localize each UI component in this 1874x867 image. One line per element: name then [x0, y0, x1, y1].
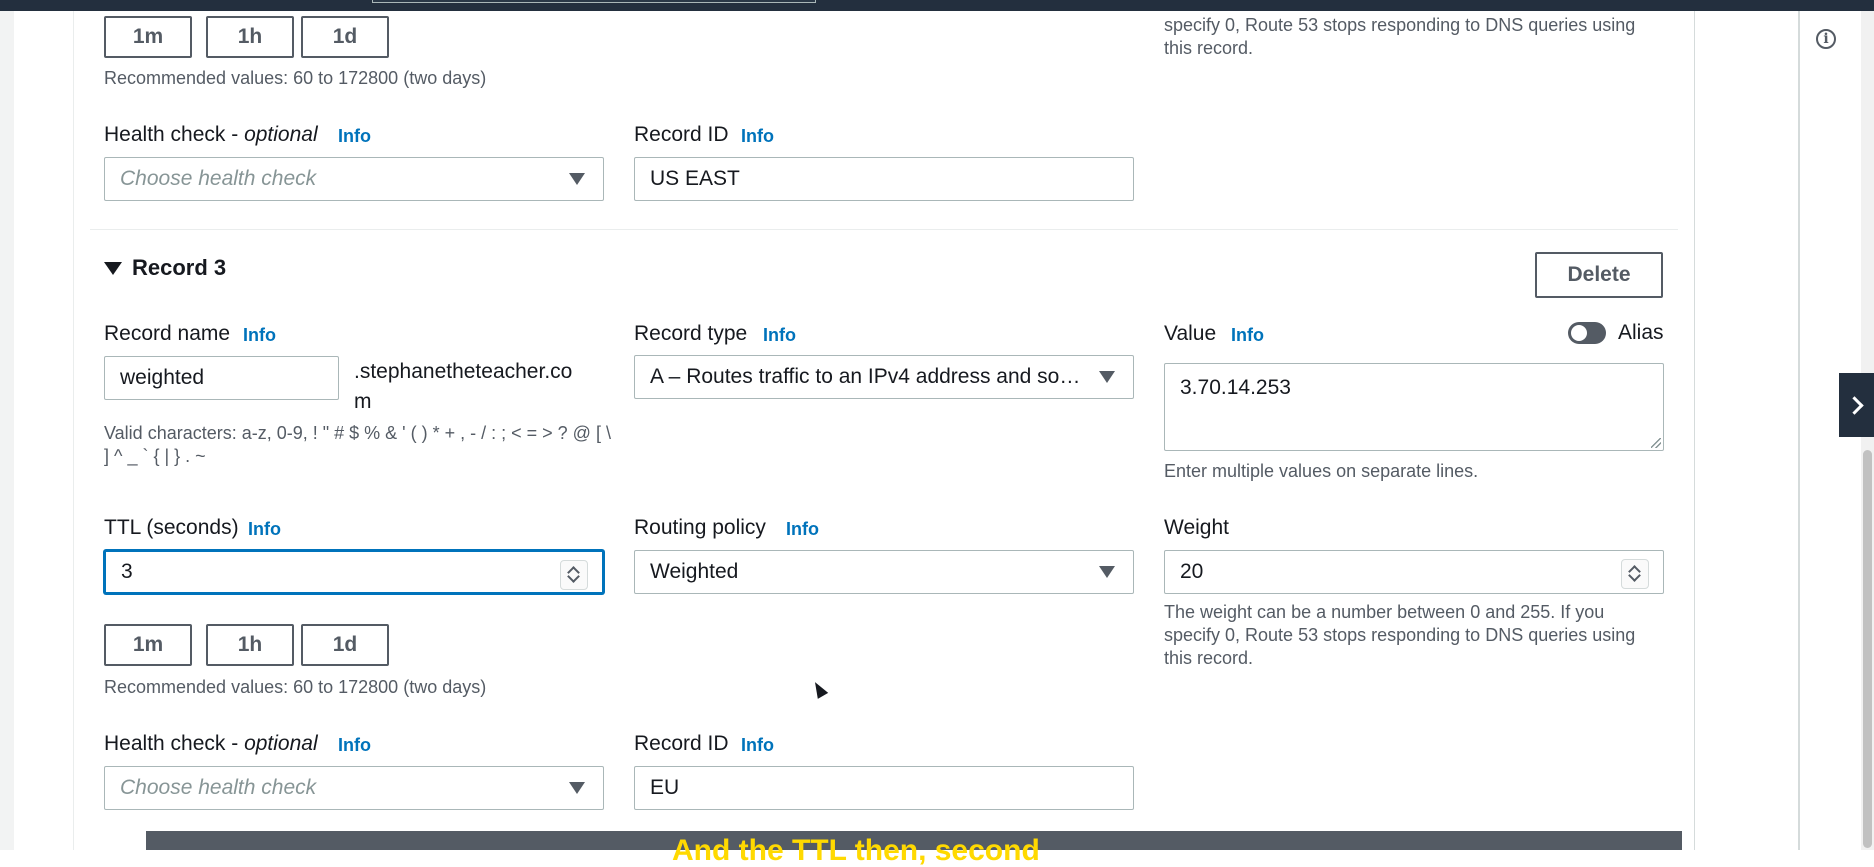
expand-panel-button[interactable]	[1839, 373, 1874, 437]
record-id-info-link[interactable]: Info	[741, 735, 774, 756]
info-circle-icon[interactable]: i	[1816, 29, 1836, 49]
stepper-icon[interactable]	[560, 560, 588, 590]
health-check-label: Health check - optional	[104, 732, 318, 755]
ttl-recommended-hint: Recommended values: 60 to 172800 (two da…	[104, 677, 487, 697]
caret-down-icon	[569, 173, 585, 185]
caret-down-icon	[1099, 566, 1115, 578]
record-3-title[interactable]: Record 3	[132, 255, 226, 281]
record-name-info-link[interactable]: Info	[243, 325, 276, 346]
domain-suffix: .stephanetheteacher.com	[354, 360, 573, 413]
ttl-1h-button[interactable]: 1h	[206, 16, 294, 58]
caret-down-icon[interactable]	[104, 262, 122, 275]
health-check-label: Health check - optional	[104, 123, 318, 146]
delete-record-button[interactable]: Delete	[1535, 252, 1663, 298]
value-label: Value	[1164, 322, 1217, 345]
health-check-info-link[interactable]: Info	[338, 735, 371, 756]
caret-down-icon	[569, 782, 585, 794]
ttl-1d-button[interactable]: 1d	[301, 624, 389, 666]
value-textarea[interactable]: 3.70.14.253	[1164, 363, 1664, 451]
weight-hint: The weight can be a number between 0 and…	[1164, 602, 1636, 668]
weight-input[interactable]: 20	[1164, 550, 1664, 594]
scrollbar-thumb[interactable]	[1863, 450, 1872, 848]
record-type-label: Record type	[634, 322, 748, 345]
routing-policy-select[interactable]: Weighted	[634, 550, 1134, 594]
weight-label: Weight	[1164, 516, 1229, 539]
left-gutter	[0, 11, 15, 850]
ttl-1m-button[interactable]: 1m	[104, 624, 192, 666]
caption-text: And the TTL then, second	[672, 834, 1040, 867]
divider	[90, 229, 1678, 230]
top-nav-strip	[0, 0, 1874, 11]
ttl-input[interactable]: 3	[104, 550, 604, 594]
ttl-1m-button[interactable]: 1m	[104, 16, 192, 58]
caret-down-icon	[1099, 371, 1115, 383]
chevron-right-icon	[1845, 395, 1864, 415]
health-check-select[interactable]: Choose health check	[104, 766, 604, 810]
record-type-info-link[interactable]: Info	[763, 325, 796, 346]
value-text: 3.70.14.253	[1180, 376, 1291, 399]
stepper-icon[interactable]	[1621, 559, 1649, 589]
ttl-1d-button[interactable]: 1d	[301, 16, 389, 58]
routing-policy-info-link[interactable]: Info	[786, 519, 819, 540]
health-check-info-link[interactable]: Info	[338, 126, 371, 147]
record-id-label: Record ID	[634, 732, 729, 755]
valid-characters-hint: Valid characters: a-z, 0-9, ! " # $ % & …	[104, 423, 611, 466]
record-id-label: Record ID	[634, 123, 729, 146]
record-type-select[interactable]: A – Routes traffic to an IPv4 address an…	[634, 355, 1134, 399]
alias-toggle[interactable]	[1568, 322, 1606, 344]
record-name-label: Record name	[104, 322, 231, 345]
weight-hint-tail: specify 0, Route 53 stops responding to …	[1164, 15, 1636, 58]
alias-label: Alias	[1618, 321, 1664, 344]
resize-grip-icon[interactable]	[1651, 438, 1661, 448]
value-info-link[interactable]: Info	[1231, 325, 1264, 346]
record-name-input[interactable]: weighted	[104, 356, 339, 400]
record-id-input[interactable]: US EAST	[634, 157, 1134, 201]
ttl-recommended-hint: Recommended values: 60 to 172800 (two da…	[104, 68, 487, 88]
record-id-input[interactable]: EU	[634, 766, 1134, 810]
health-check-select[interactable]: Choose health check	[104, 157, 604, 201]
ttl-info-link[interactable]: Info	[248, 519, 281, 540]
ttl-1h-button[interactable]: 1h	[206, 624, 294, 666]
routing-policy-label: Routing policy	[634, 516, 766, 539]
toggle-knob	[1571, 325, 1587, 341]
value-hint: Enter multiple values on separate lines.	[1164, 461, 1479, 481]
record-id-info-link[interactable]: Info	[741, 126, 774, 147]
top-nav-slot	[372, 0, 816, 3]
ttl-label: TTL (seconds)	[104, 516, 239, 539]
